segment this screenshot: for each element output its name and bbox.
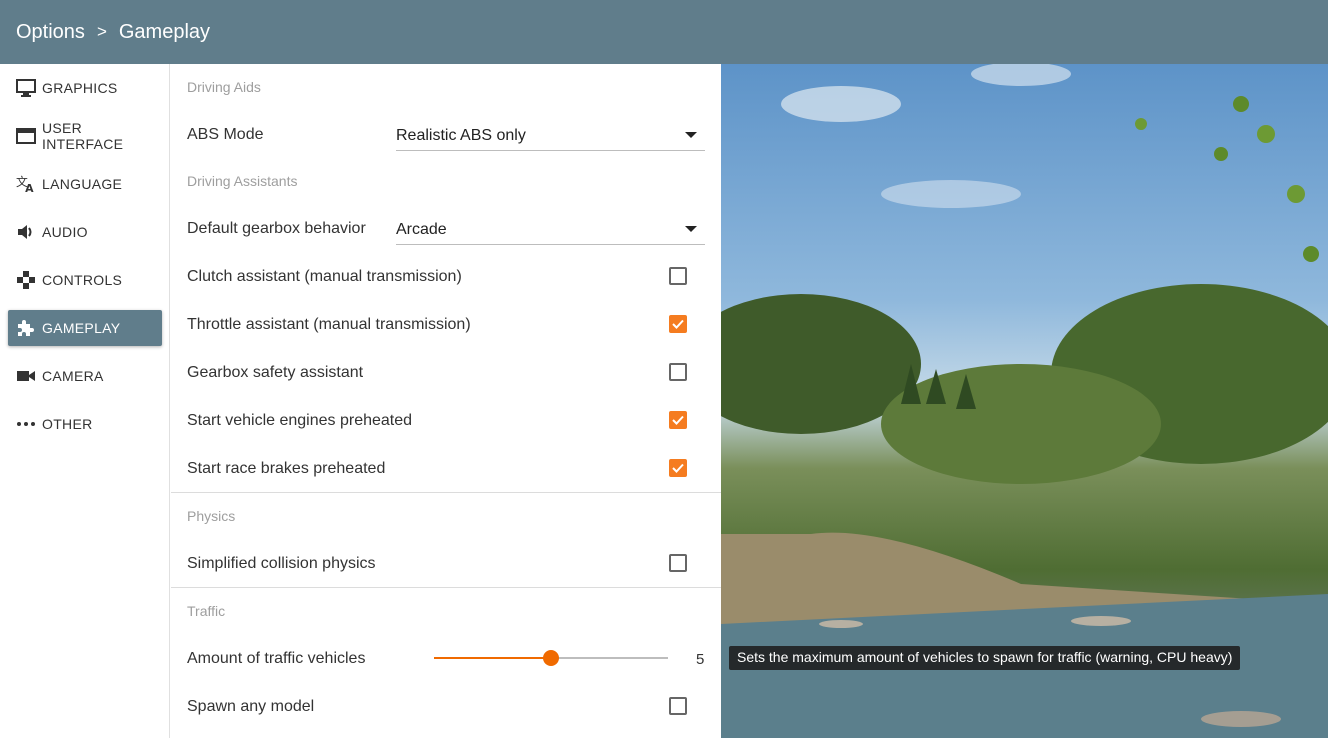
game-scene-preview	[721, 64, 1328, 738]
gamepad-icon	[16, 270, 36, 290]
section-title-physics: Physics	[187, 508, 236, 524]
sidebar-item-label: GAMEPLAY	[42, 320, 121, 336]
svg-text:A: A	[25, 182, 34, 194]
traffic-amount-slider[interactable]	[434, 650, 668, 666]
more-icon	[16, 414, 36, 434]
abs-mode-select[interactable]: Realistic ABS only	[396, 125, 705, 151]
section-title-traffic: Traffic	[187, 603, 226, 619]
sidebar-item-graphics[interactable]: GRAPHICS	[8, 70, 162, 106]
section-title-driving-assistants: Driving Assistants	[187, 173, 298, 189]
top-bar: Options > Gameplay	[0, 0, 1328, 64]
section-divider	[171, 492, 721, 493]
clutch-assistant-label: Clutch assistant (manual transmission)	[187, 268, 462, 285]
scene-illustration	[721, 64, 1328, 738]
sidebar-item-audio[interactable]: AUDIO	[8, 214, 162, 250]
dropdown-arrow-icon	[685, 132, 697, 138]
throttle-assistant-checkbox[interactable]	[669, 315, 687, 333]
sidebar-item-gameplay[interactable]: GAMEPLAY	[8, 310, 162, 346]
sidebar-item-controls[interactable]: CONTROLS	[8, 262, 162, 298]
checkmark-icon	[672, 415, 684, 425]
video-camera-icon	[16, 366, 36, 386]
translate-icon: 文A	[16, 174, 36, 194]
gearbox-behavior-value: Arcade	[396, 221, 447, 238]
traffic-amount-value: 5	[696, 651, 705, 668]
puzzle-icon	[16, 318, 36, 338]
sidebar-item-label: USER INTERFACE	[42, 120, 124, 152]
sidebar: GRAPHICS USER INTERFACE 文A LANGUAGE AUDI…	[0, 64, 170, 738]
speaker-icon	[16, 222, 36, 242]
breadcrumb-current: Gameplay	[118, 20, 211, 43]
sidebar-item-user-interface[interactable]: USER INTERFACE	[8, 118, 162, 154]
sidebar-item-label: OTHER	[42, 416, 93, 432]
sidebar-item-label: CONTROLS	[42, 272, 123, 288]
breadcrumb-root[interactable]: Options	[16, 21, 85, 44]
window-icon	[16, 126, 36, 146]
sidebar-item-camera[interactable]: CAMERA	[8, 358, 162, 394]
slider-fill	[434, 657, 551, 659]
slider-thumb[interactable]	[543, 650, 559, 666]
sidebar-item-label: GRAPHICS	[42, 80, 118, 96]
spawn-any-model-checkbox[interactable]	[669, 697, 687, 715]
section-title-driving-aids: Driving Aids	[187, 79, 261, 95]
brakes-preheated-label: Start race brakes preheated	[187, 460, 386, 477]
monitor-icon	[16, 78, 36, 98]
abs-mode-label: ABS Mode	[187, 126, 264, 143]
sidebar-item-language[interactable]: 文A LANGUAGE	[8, 166, 162, 202]
throttle-assistant-label: Throttle assistant (manual transmission)	[187, 316, 471, 333]
abs-mode-value: Realistic ABS only	[396, 127, 526, 144]
simplified-collision-checkbox[interactable]	[669, 554, 687, 572]
checkmark-icon	[672, 319, 684, 329]
engines-preheated-label: Start vehicle engines preheated	[187, 412, 413, 429]
gearbox-safety-checkbox[interactable]	[669, 363, 687, 381]
sidebar-item-label: LANGUAGE	[42, 176, 123, 192]
setting-tooltip: Sets the maximum amount of vehicles to s…	[729, 646, 1241, 670]
gearbox-behavior-label: Default gearbox behavior	[187, 220, 366, 237]
brakes-preheated-checkbox[interactable]	[669, 459, 687, 477]
traffic-amount-label: Amount of traffic vehicles	[187, 650, 366, 667]
settings-panel: Driving Aids ABS Mode Realistic ABS only…	[171, 64, 721, 738]
breadcrumb-separator: >	[96, 22, 107, 41]
dropdown-arrow-icon	[685, 226, 697, 232]
gearbox-safety-label: Gearbox safety assistant	[187, 364, 364, 381]
engines-preheated-checkbox[interactable]	[669, 411, 687, 429]
sidebar-item-other[interactable]: OTHER	[8, 406, 162, 442]
sidebar-item-label: CAMERA	[42, 368, 104, 384]
spawn-any-model-label: Spawn any model	[187, 698, 315, 715]
section-divider	[171, 587, 721, 588]
clutch-assistant-checkbox[interactable]	[669, 267, 687, 285]
checkmark-icon	[672, 463, 684, 473]
sidebar-item-label: AUDIO	[42, 224, 88, 240]
gearbox-behavior-select[interactable]: Arcade	[396, 219, 705, 245]
simplified-collision-label: Simplified collision physics	[187, 555, 376, 572]
